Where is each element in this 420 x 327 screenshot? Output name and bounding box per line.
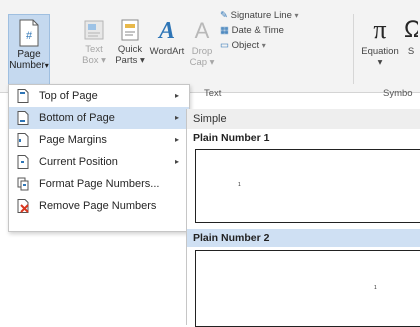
- menu-item-label: Format Page Numbers...: [39, 178, 160, 190]
- text-box-label-1: Text: [85, 44, 103, 55]
- menu-item-label: Bottom of Page: [39, 112, 115, 124]
- menu-item-top-of-page[interactable]: Top of Page ▸: [9, 85, 189, 107]
- menu-item-remove-page-numbers[interactable]: Remove Page Numbers: [9, 195, 189, 217]
- page-number-preview: 1: [238, 182, 241, 188]
- submenu-arrow-icon: ▸: [174, 157, 179, 166]
- page-number-preview: 1: [374, 285, 377, 291]
- page-number-button[interactable]: # Page Number▾: [8, 14, 50, 86]
- ribbon: # Page Number▾ Text Box ▾ Quick Parts ▾ …: [0, 0, 420, 99]
- menu-item-label: Page Margins: [39, 134, 107, 146]
- quick-parts-icon: [121, 19, 139, 41]
- equation-label: Equation: [361, 46, 399, 57]
- symbol-button[interactable]: Ω S: [404, 16, 418, 57]
- chevron-down-icon: ▾: [294, 11, 299, 20]
- menu-item-format-page-numbers[interactable]: Format Page Numbers...: [9, 173, 189, 195]
- submenu-arrow-icon: ▸: [174, 91, 179, 100]
- top-of-page-icon: [17, 89, 29, 103]
- date-time-label: Date & Time: [231, 25, 284, 36]
- submenu-arrow-icon: ▸: [174, 113, 179, 122]
- gallery-item-title: Plain Number 2: [187, 229, 420, 247]
- menu-item-label: Top of Page: [39, 90, 98, 102]
- gallery-section-header: Simple: [187, 109, 420, 129]
- page-number-label-1: Page: [17, 49, 41, 60]
- date-time-button[interactable]: ▦ Date & Time: [220, 25, 345, 36]
- drop-cap-label-1: Drop: [191, 46, 213, 57]
- svg-text:#: #: [26, 30, 33, 42]
- menu-item-page-margins[interactable]: Page Margins ▸: [9, 129, 189, 151]
- pi-icon: π: [373, 15, 387, 44]
- signature-line-label: Signature Line: [230, 10, 292, 21]
- page-number-label-2: Number: [9, 60, 45, 71]
- drop-cap-button[interactable]: A Drop Cap ▾: [188, 18, 216, 68]
- menu-item-bottom-of-page[interactable]: Bottom of Page ▸: [9, 107, 189, 129]
- symbols-group-label: Symbo: [383, 88, 413, 99]
- omega-icon: Ω: [404, 16, 418, 43]
- signature-line-icon: ✎: [220, 10, 228, 21]
- text-group-label: Text: [204, 88, 222, 99]
- quick-parts-label-1: Quick: [117, 44, 143, 55]
- bottom-of-page-gallery: Simple Plain Number 1 1 Plain Number 2 1: [186, 109, 420, 327]
- menu-item-label: Remove Page Numbers: [39, 200, 157, 212]
- symbol-label: S: [407, 46, 415, 57]
- quick-parts-button[interactable]: Quick Parts ▾: [113, 18, 147, 66]
- menu-item-current-position[interactable]: Current Position ▸: [9, 151, 189, 173]
- page-number-menu: Top of Page ▸ Bottom of Page ▸ Page Marg…: [8, 84, 190, 232]
- menu-item-label: Current Position: [39, 156, 118, 168]
- submenu-arrow-icon: ▸: [174, 135, 179, 144]
- equation-button[interactable]: π Equation ▾: [358, 15, 402, 69]
- format-page-numbers-icon: [17, 177, 29, 191]
- wordart-button[interactable]: A WordArt: [147, 18, 187, 57]
- text-box-button[interactable]: Text Box ▾: [78, 18, 110, 66]
- text-box-icon: [84, 20, 104, 40]
- ribbon-separator: [353, 14, 354, 84]
- page-number-icon: #: [19, 19, 39, 47]
- gallery-item-plain-number-2[interactable]: 1: [195, 250, 420, 327]
- chevron-down-icon: ▾: [44, 61, 49, 70]
- current-position-icon: [17, 155, 29, 169]
- object-icon: ▭: [220, 40, 229, 51]
- gallery-item-title: Plain Number 1: [193, 132, 270, 144]
- text-box-label-2: Box ▾: [82, 55, 106, 66]
- chevron-down-icon: ▾: [261, 41, 266, 50]
- signature-line-button[interactable]: ✎ Signature Line ▾: [220, 10, 345, 21]
- calendar-icon: ▦: [220, 25, 229, 36]
- object-button[interactable]: ▭ Object ▾: [220, 40, 345, 51]
- wordart-label: WordArt: [149, 46, 185, 57]
- drop-cap-icon: A: [194, 18, 210, 43]
- drop-cap-label-2: Cap ▾: [189, 57, 215, 68]
- object-label: Object: [231, 40, 260, 51]
- equation-arrow: ▾: [377, 57, 383, 68]
- bottom-of-page-icon: [17, 111, 29, 125]
- remove-page-numbers-icon: [17, 199, 29, 213]
- wordart-icon: A: [158, 18, 175, 44]
- quick-parts-label-2: Parts ▾: [115, 55, 145, 66]
- page-margins-icon: [17, 133, 29, 147]
- gallery-item-plain-number-1[interactable]: 1: [195, 149, 420, 223]
